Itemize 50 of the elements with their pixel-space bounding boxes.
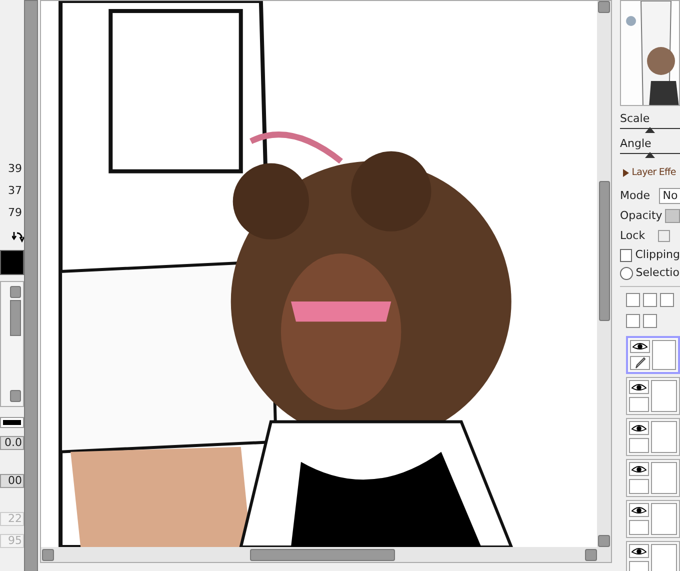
brush-preview [0,417,24,428]
layer-row[interactable] [626,336,680,374]
eye-icon[interactable] [629,420,649,436]
layer-thumbnail [651,544,677,571]
layer-row[interactable] [626,376,680,415]
checkbox-label: Clipping [635,248,680,262]
scroll-up-button[interactable] [10,286,21,298]
opacity-field[interactable] [665,209,680,223]
scroll-thumb[interactable] [250,548,395,560]
layer-row[interactable] [626,458,680,497]
value-readout: 79 [7,205,23,221]
slider-label: Scale [620,112,651,126]
layer-row[interactable] [626,540,680,571]
eye-icon[interactable] [629,502,649,518]
clipping-checkbox[interactable] [620,248,632,262]
scroll-left-button[interactable] [42,548,54,560]
layer-thumbnail [651,462,677,494]
scroll-thumb[interactable] [10,300,21,336]
swap-icon[interactable] [12,230,24,244]
field-label: Mode [620,189,650,203]
value-readout: 39 [7,161,23,177]
layer-thumbnail [651,502,677,535]
eye-icon[interactable] [629,544,649,558]
slider-label: Angle [620,137,652,151]
layer-thumbnail [651,380,677,412]
number-field[interactable]: 0.0 [0,436,24,450]
scroll-thumb[interactable] [598,181,610,321]
radio-label: Selectio [636,266,680,280]
scroll-down-button[interactable] [10,390,21,402]
field-label: Opacity [620,209,662,223]
mode-dropdown[interactable]: No [658,188,680,204]
layer-row[interactable] [626,500,680,538]
scroll-up-button[interactable] [598,1,610,13]
layer-row[interactable] [626,418,680,456]
eye-icon[interactable] [630,340,650,353]
layer-thumbnail [652,340,676,370]
field-label: Lock [620,229,646,243]
slider-thumb[interactable] [645,152,655,158]
value-readout: 37 [7,183,23,199]
eye-icon[interactable] [629,462,649,476]
section-header[interactable]: Layer Effe [632,166,676,180]
caret-icon[interactable] [623,169,629,177]
scroll-right-button[interactable] [585,548,597,560]
color-swatch[interactable] [0,250,24,275]
number-field[interactable]: 00 [0,474,24,488]
layer-thumbnail [651,420,677,453]
eye-icon[interactable] [629,380,649,394]
slider-thumb[interactable] [645,127,655,133]
scroll-down-button[interactable] [598,535,610,547]
selection-radio[interactable] [620,266,633,280]
